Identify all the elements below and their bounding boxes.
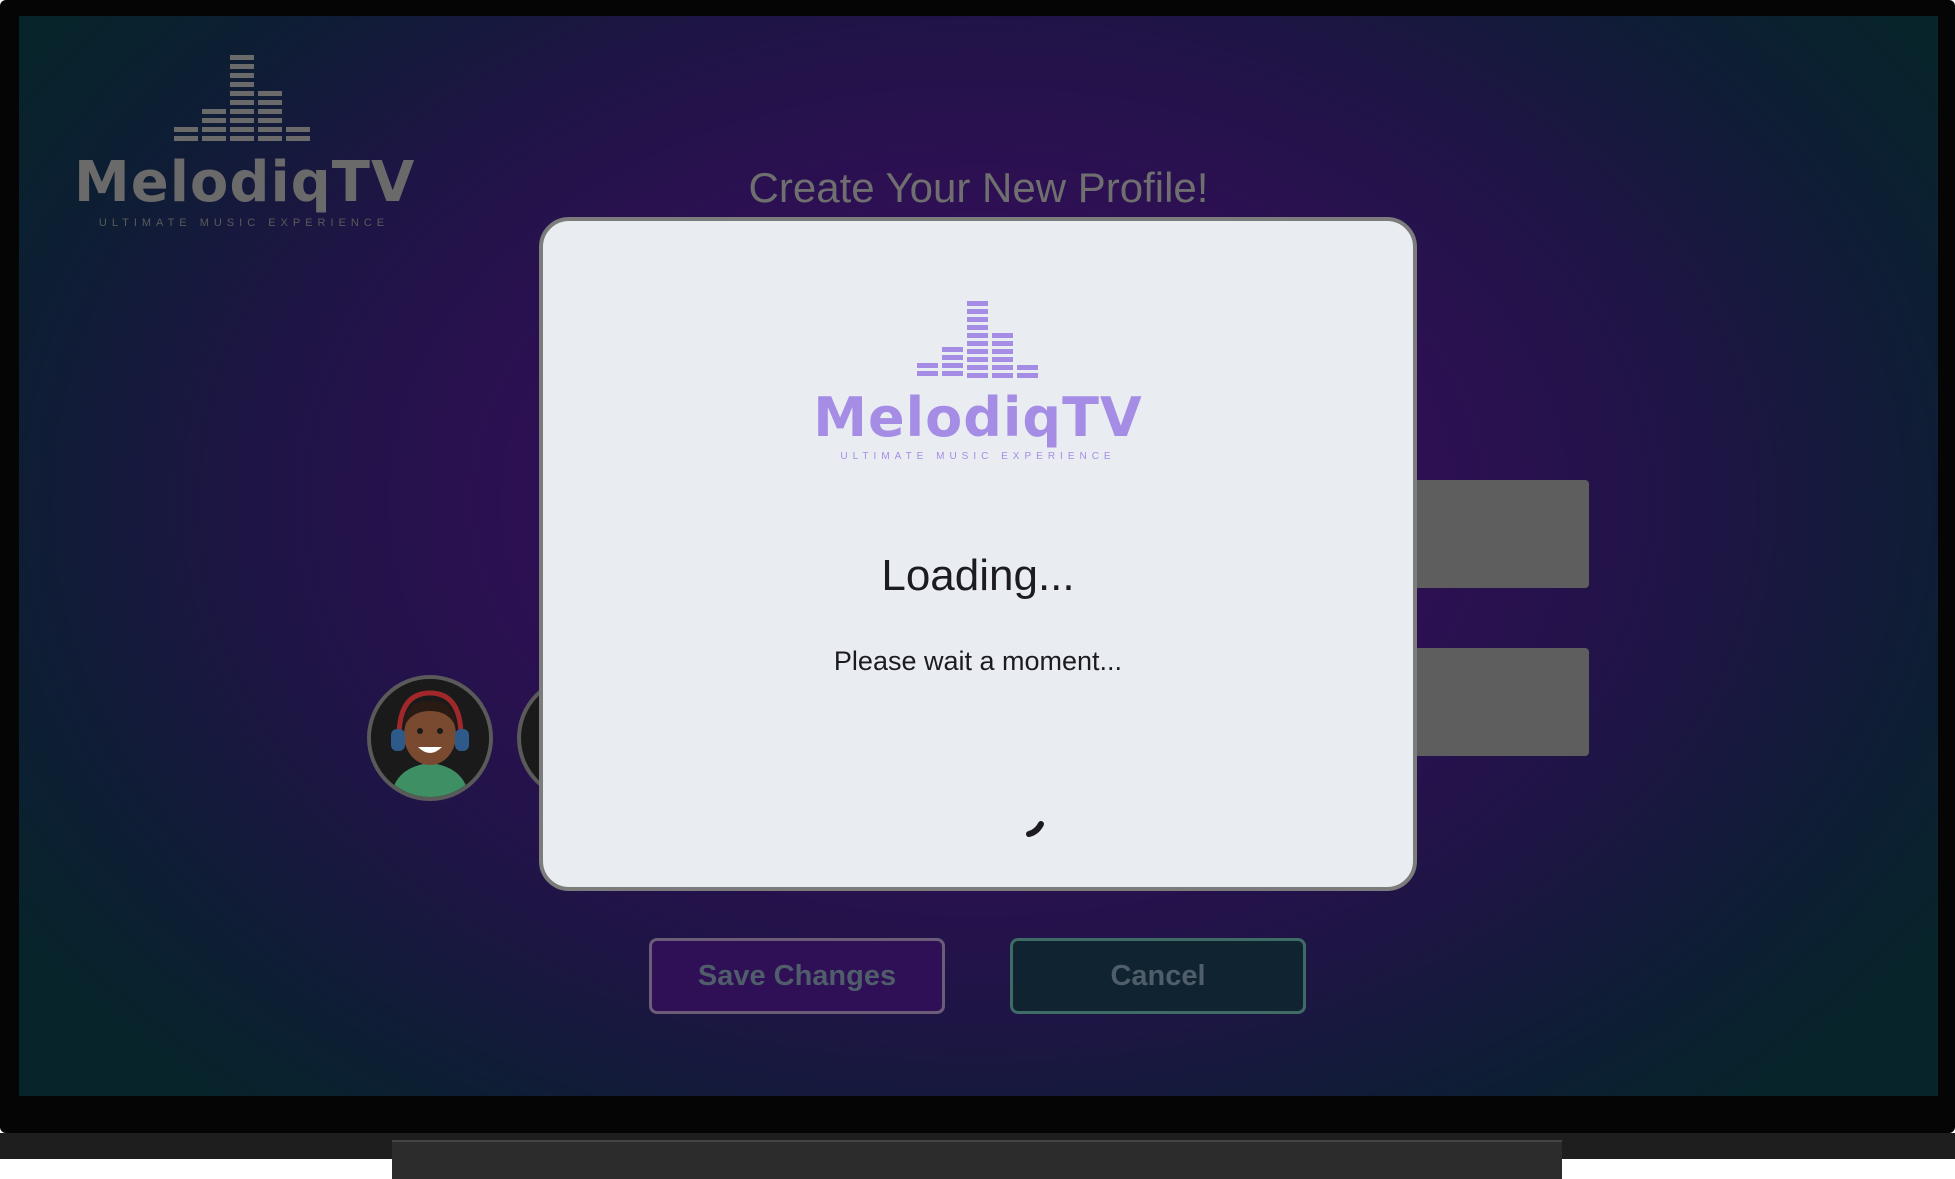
secondary-input-field[interactable] (1389, 648, 1589, 756)
page-title: Create Your New Profile! (748, 164, 1209, 211)
equalizer-logo-icon (917, 301, 1038, 378)
equalizer-logo-icon (174, 55, 310, 141)
tv-frame: MelodiqTV ULTIMATE MUSIC EXPERIENCE Crea… (0, 0, 1955, 1133)
tv-stand (392, 1140, 1562, 1179)
loading-title: Loading... (881, 551, 1075, 600)
cancel-button[interactable]: Cancel (1010, 938, 1306, 1014)
avatar-headphones-icon (371, 679, 489, 797)
loading-message: Please wait a moment... (833, 646, 1123, 676)
brand-tagline: ULTIMATE MUSIC EXPERIENCE (98, 217, 390, 229)
loading-spinner-icon (1026, 821, 1044, 837)
name-input-field[interactable] (1389, 480, 1589, 588)
dialog-brand-name: MelodiqTV (813, 386, 1143, 449)
loading-dialog: MelodiqTV ULTIMATE MUSIC EXPERIENCE Load… (539, 217, 1417, 891)
save-changes-button[interactable]: Save Changes (649, 938, 945, 1014)
tv-screen: MelodiqTV ULTIMATE MUSIC EXPERIENCE Crea… (19, 16, 1938, 1096)
dialog-brand-tagline: ULTIMATE MUSIC EXPERIENCE (840, 451, 1116, 462)
dialog-brand-logo: MelodiqTV ULTIMATE MUSIC EXPERIENCE (543, 301, 1413, 462)
avatar-option-1[interactable] (367, 675, 493, 801)
